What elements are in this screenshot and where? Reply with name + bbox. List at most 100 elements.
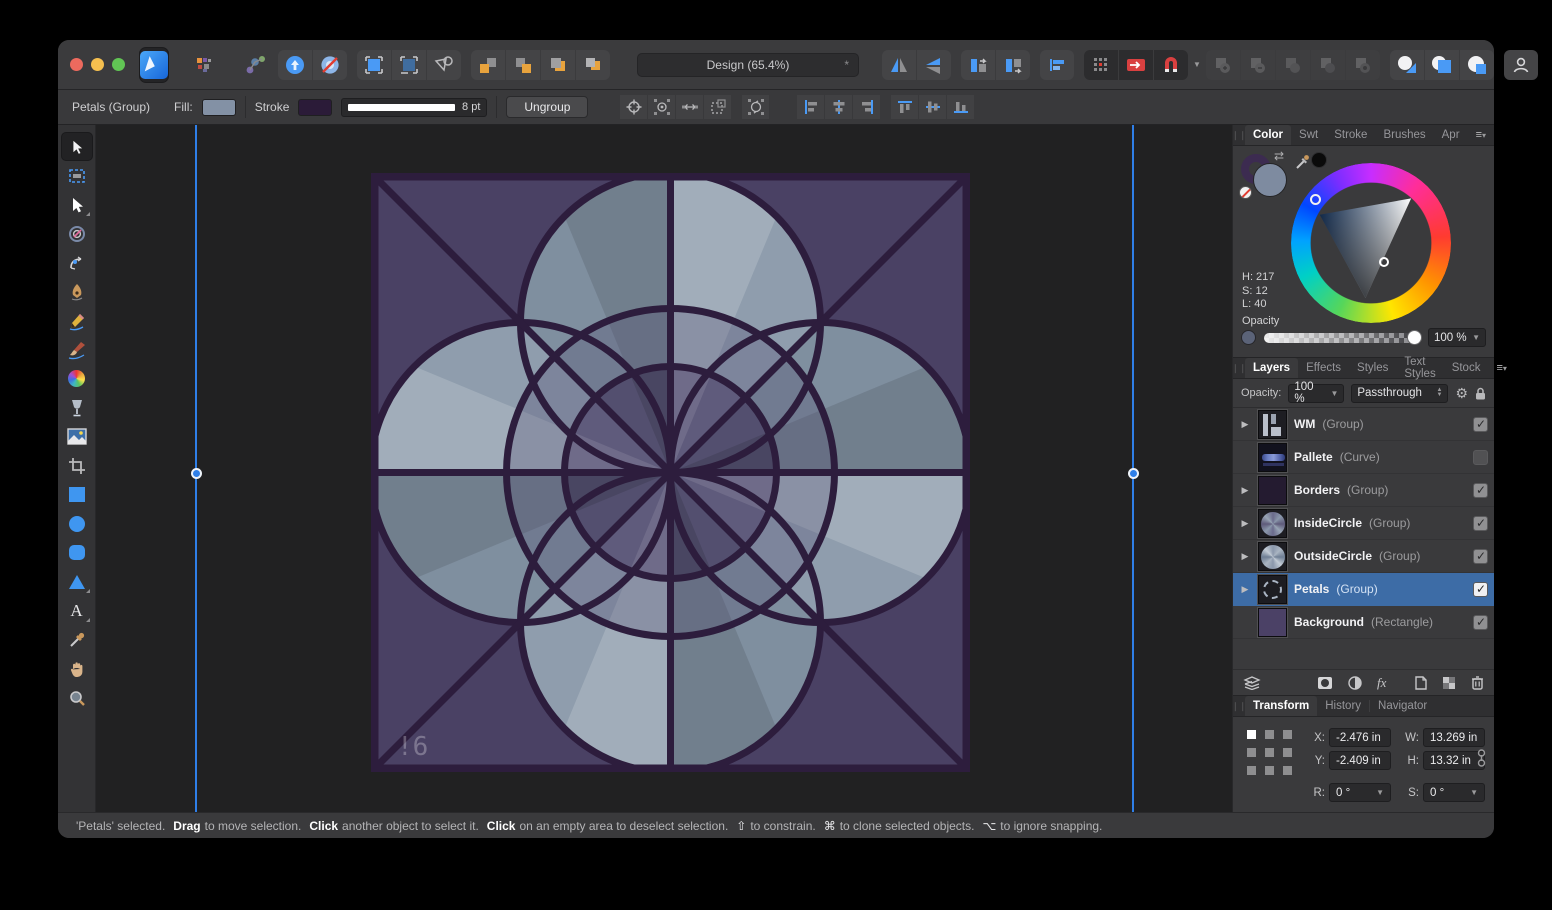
- tab-stroke[interactable]: Stroke: [1326, 125, 1375, 145]
- rectangle-tool[interactable]: [61, 480, 93, 509]
- tab-brushes[interactable]: Brushes: [1375, 125, 1433, 145]
- place-image-tool[interactable]: [61, 422, 93, 451]
- stroke-width-control[interactable]: 8 pt: [341, 98, 487, 117]
- anchor-center[interactable]: [1265, 748, 1274, 757]
- layer-visibility-checkbox[interactable]: [1473, 516, 1488, 531]
- blend-mode-dropdown[interactable]: Passthrough▲▼: [1351, 384, 1448, 403]
- anchor-bottom-center[interactable]: [1265, 766, 1274, 775]
- link-dimensions-icon[interactable]: [1477, 748, 1486, 768]
- select-object-button[interactable]: [427, 50, 461, 80]
- no-flower-button[interactable]: [313, 50, 347, 80]
- layer-effects-fx-icon[interactable]: fx: [1377, 675, 1386, 691]
- vector-crop-tool[interactable]: [61, 451, 93, 480]
- panel-menu-button[interactable]: ≡▾: [1468, 125, 1494, 145]
- align-middle-button[interactable]: [919, 95, 946, 119]
- show-alignment-handles-button[interactable]: [676, 95, 703, 119]
- export-persona-button[interactable]: [239, 50, 273, 80]
- expand-arrow-icon[interactable]: ▶: [1239, 419, 1251, 430]
- tab-navigator[interactable]: Navigator: [1370, 696, 1435, 716]
- mask-layer-icon[interactable]: [1317, 676, 1333, 690]
- corner-tool[interactable]: [61, 248, 93, 277]
- color-picker-tool[interactable]: [61, 625, 93, 654]
- insert-behind-button[interactable]: [1390, 50, 1424, 80]
- boolean-intersect-button[interactable]: [1276, 50, 1310, 80]
- x-input[interactable]: -2.476 in: [1329, 728, 1391, 747]
- zoom-window-button[interactable]: [112, 58, 125, 71]
- pixel-persona-button[interactable]: [187, 50, 221, 80]
- document-tab[interactable]: Design (65.4%) *: [637, 53, 859, 77]
- blend-options-gear-icon[interactable]: ⚙: [1455, 385, 1468, 402]
- rounded-rectangle-tool[interactable]: [61, 538, 93, 567]
- layer-visibility-checkbox[interactable]: [1473, 450, 1488, 465]
- alignment-button[interactable]: [1040, 50, 1074, 80]
- layer-visibility-checkbox[interactable]: [1473, 483, 1488, 498]
- tab-swatches[interactable]: Swt: [1291, 125, 1326, 145]
- align-left-button[interactable]: [797, 95, 824, 119]
- layer-row-outsidecircle[interactable]: ▶ OutsideCircle (Group): [1233, 540, 1494, 573]
- rotation-dropdown[interactable]: 0 °▼: [1329, 783, 1391, 802]
- flip-horizontal-button[interactable]: [882, 50, 916, 80]
- account-button[interactable]: [1504, 50, 1538, 80]
- snap-grid-button[interactable]: [1084, 50, 1118, 80]
- new-pixel-layer-icon[interactable]: [1442, 676, 1456, 690]
- boolean-divide-button[interactable]: [1311, 50, 1345, 80]
- selection-left-handle[interactable]: [191, 468, 202, 479]
- tab-appearance[interactable]: Apr: [1434, 125, 1468, 145]
- hsl-triangle[interactable]: [1291, 163, 1451, 323]
- y-input[interactable]: -2.409 in: [1329, 751, 1391, 770]
- panel-grip-icon[interactable]: ❘❘: [1233, 125, 1245, 145]
- designer-persona-button[interactable]: [139, 47, 169, 83]
- move-tool[interactable]: [61, 132, 93, 161]
- w-input[interactable]: 13.269 in: [1423, 728, 1485, 747]
- shear-dropdown[interactable]: 0 °▼: [1423, 783, 1485, 802]
- opacity-color-swatch[interactable]: [1241, 330, 1256, 345]
- hue-marker[interactable]: [1310, 194, 1321, 205]
- marquee-grid-button[interactable]: [357, 50, 391, 80]
- transform-separately-button[interactable]: [704, 95, 731, 119]
- layer-visibility-checkbox[interactable]: [1473, 549, 1488, 564]
- layer-row-petals[interactable]: ▶ Petals (Group): [1233, 573, 1494, 606]
- anchor-middle-right[interactable]: [1283, 748, 1292, 757]
- ungroup-button[interactable]: Ungroup: [506, 96, 588, 118]
- opacity-slider-knob[interactable]: [1407, 330, 1422, 345]
- expand-arrow-icon[interactable]: ▶: [1239, 551, 1251, 562]
- align-top-button[interactable]: [891, 95, 918, 119]
- marquee-dotted-button[interactable]: [392, 50, 426, 80]
- layer-visibility-checkbox[interactable]: [1473, 615, 1488, 630]
- new-layer-icon[interactable]: [1415, 676, 1427, 690]
- insert-top-button[interactable]: [1425, 50, 1459, 80]
- tab-transform[interactable]: Transform: [1245, 696, 1317, 716]
- text-tool[interactable]: A: [61, 596, 93, 625]
- panel-grip-icon[interactable]: ❘❘: [1233, 358, 1245, 378]
- lock-icon[interactable]: [1475, 387, 1486, 400]
- point-transform-tool[interactable]: [61, 219, 93, 248]
- anchor-top-left[interactable]: [1247, 730, 1256, 739]
- vector-brush-tool[interactable]: [61, 335, 93, 364]
- fill-color-circle[interactable]: [1253, 163, 1287, 197]
- layer-visibility-checkbox[interactable]: [1473, 582, 1488, 597]
- zoom-tool[interactable]: [61, 683, 93, 712]
- expand-arrow-icon[interactable]: ▶: [1239, 584, 1251, 595]
- opacity-value-dropdown[interactable]: 100 %▼: [1428, 328, 1486, 347]
- align-bottom-button[interactable]: [947, 95, 974, 119]
- anchor-top-right[interactable]: [1283, 730, 1292, 739]
- snapping-button[interactable]: [1154, 50, 1188, 80]
- panel-grip-icon[interactable]: ❘❘: [1233, 696, 1245, 716]
- move-forward-button[interactable]: [506, 50, 540, 80]
- transform-origin-button[interactable]: [620, 95, 647, 119]
- layer-row-borders[interactable]: ▶ Borders (Group): [1233, 474, 1494, 507]
- anchor-middle-left[interactable]: [1247, 748, 1256, 757]
- layers-opacity-dropdown[interactable]: 100 %▼: [1288, 384, 1344, 403]
- tab-effects[interactable]: Effects: [1298, 358, 1349, 378]
- insert-inside-button[interactable]: [1460, 50, 1494, 80]
- gradient-tool[interactable]: [61, 364, 93, 393]
- tab-styles[interactable]: Styles: [1349, 358, 1396, 378]
- layer-row-insidecircle[interactable]: ▶ InsideCircle (Group): [1233, 507, 1494, 540]
- anchor-top-center[interactable]: [1265, 730, 1274, 739]
- cycle-selection-box-button[interactable]: [742, 95, 769, 119]
- h-input[interactable]: 13.32 in: [1423, 751, 1485, 770]
- node-tool[interactable]: [61, 190, 93, 219]
- layer-row-pallete[interactable]: Pallete (Curve): [1233, 441, 1494, 474]
- expand-arrow-icon[interactable]: ▶: [1239, 518, 1251, 529]
- pencil-tool[interactable]: [61, 306, 93, 335]
